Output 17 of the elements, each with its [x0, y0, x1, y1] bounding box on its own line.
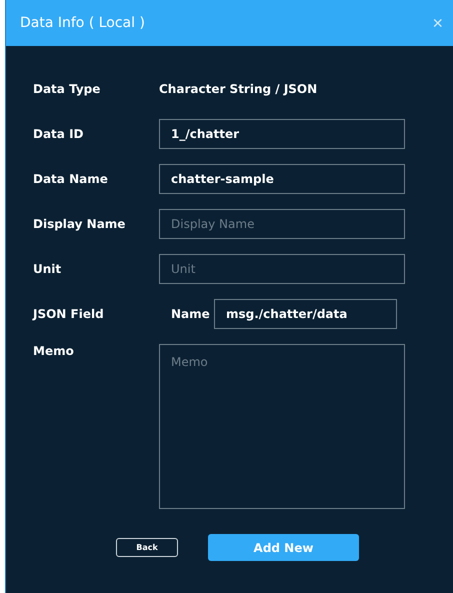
input-field[interactable]: chatter-sample — [159, 164, 405, 194]
input-field[interactable]: Display Name — [159, 208, 405, 238]
field-label: JSON Field — [33, 306, 105, 320]
field-label: Data Name — [33, 172, 109, 186]
dialog-title: Data Info ( Local ) — [20, 15, 145, 31]
field-label: Display Name — [33, 216, 126, 230]
input-field[interactable]: 1_/chatter — [159, 118, 405, 148]
input-field[interactable]: msg./chatter/data — [214, 298, 397, 328]
memo-field[interactable]: Memo — [159, 344, 405, 509]
field-label: Memo — [33, 344, 75, 358]
input-field[interactable]: Unit — [159, 254, 405, 284]
back-button[interactable]: Back — [116, 538, 178, 557]
field-value: Character String / JSON — [159, 82, 318, 96]
field-label: Unit — [33, 262, 62, 276]
field-label: Name — [171, 306, 211, 320]
field-label: Data ID — [33, 126, 84, 140]
field-label: Data Type — [33, 82, 102, 96]
